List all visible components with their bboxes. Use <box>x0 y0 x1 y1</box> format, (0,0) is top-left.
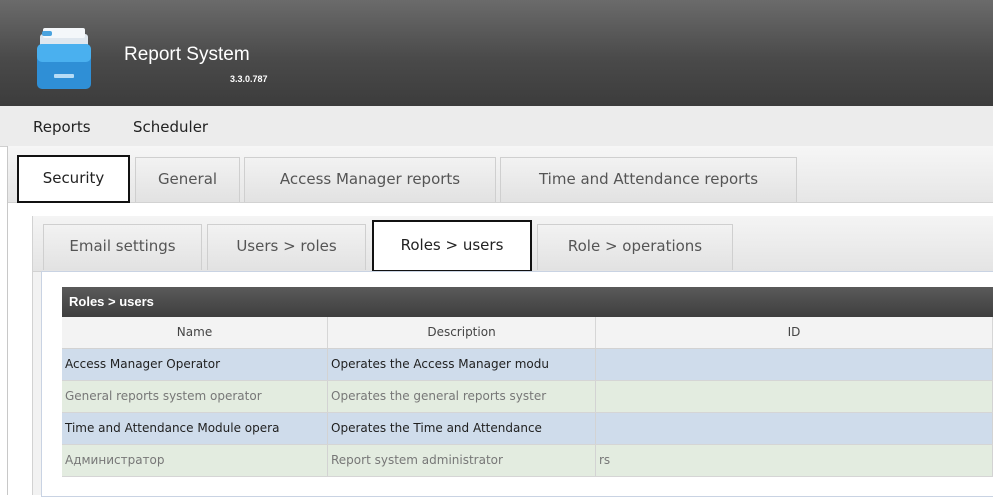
table-row[interactable]: Администратор Report system administrator… <box>62 445 993 477</box>
tab-users-roles[interactable]: Users > roles <box>207 224 366 270</box>
grid-header: Name Description ID <box>62 317 993 349</box>
menu-item-scheduler[interactable]: Scheduler <box>133 118 208 136</box>
cell-description: Report system administrator <box>328 445 596 476</box>
column-header-name[interactable]: Name <box>62 317 328 348</box>
table-row[interactable]: Time and Attendance Module opera Operates… <box>62 413 993 445</box>
tab-general[interactable]: General <box>135 157 240 202</box>
grid-title: Roles > users <box>62 287 993 317</box>
table-row[interactable]: Access Manager Operator Operates the Acce… <box>62 349 993 381</box>
app-version: 3.3.0.787 <box>230 74 268 84</box>
column-header-id[interactable]: ID <box>596 317 993 348</box>
cell-description: Operates the Time and Attendance <box>328 413 596 444</box>
menu-bar: Reports Scheduler <box>0 106 993 147</box>
cell-name: Администратор <box>62 445 328 476</box>
tab-email-settings[interactable]: Email settings <box>43 224 202 270</box>
column-header-description[interactable]: Description <box>328 317 596 348</box>
app-header: Report System 3.3.0.787 <box>0 0 993 106</box>
table-row[interactable]: General reports system operator Operates … <box>62 381 993 413</box>
grid-footer <box>62 477 993 491</box>
cell-id <box>596 381 993 412</box>
folder-icon <box>37 28 91 89</box>
cell-id <box>596 349 993 380</box>
app-title: Report System <box>124 44 250 65</box>
roles-users-grid: Roles > users Name Description ID Access… <box>62 287 993 491</box>
cell-name: Time and Attendance Module opera <box>62 413 328 444</box>
cell-id <box>596 413 993 444</box>
cell-name: General reports system operator <box>62 381 328 412</box>
inner-tab-strip: Email settings Users > roles Roles > use… <box>33 216 993 272</box>
tab-roles-users[interactable]: Roles > users <box>372 220 532 272</box>
cell-description: Operates the general reports syster <box>328 381 596 412</box>
menu-item-reports[interactable]: Reports <box>33 118 91 136</box>
outer-tab-strip: Security General Access Manager reports … <box>8 146 993 203</box>
grid-body: Access Manager Operator Operates the Acce… <box>62 349 993 477</box>
tab-role-operations[interactable]: Role > operations <box>537 224 733 270</box>
tab-time-and-attendance-reports[interactable]: Time and Attendance reports <box>500 157 797 202</box>
tab-access-manager-reports[interactable]: Access Manager reports <box>244 157 496 202</box>
cell-name: Access Manager Operator <box>62 349 328 380</box>
cell-description: Operates the Access Manager modu <box>328 349 596 380</box>
cell-id: rs <box>596 445 993 476</box>
tab-security[interactable]: Security <box>17 155 130 203</box>
